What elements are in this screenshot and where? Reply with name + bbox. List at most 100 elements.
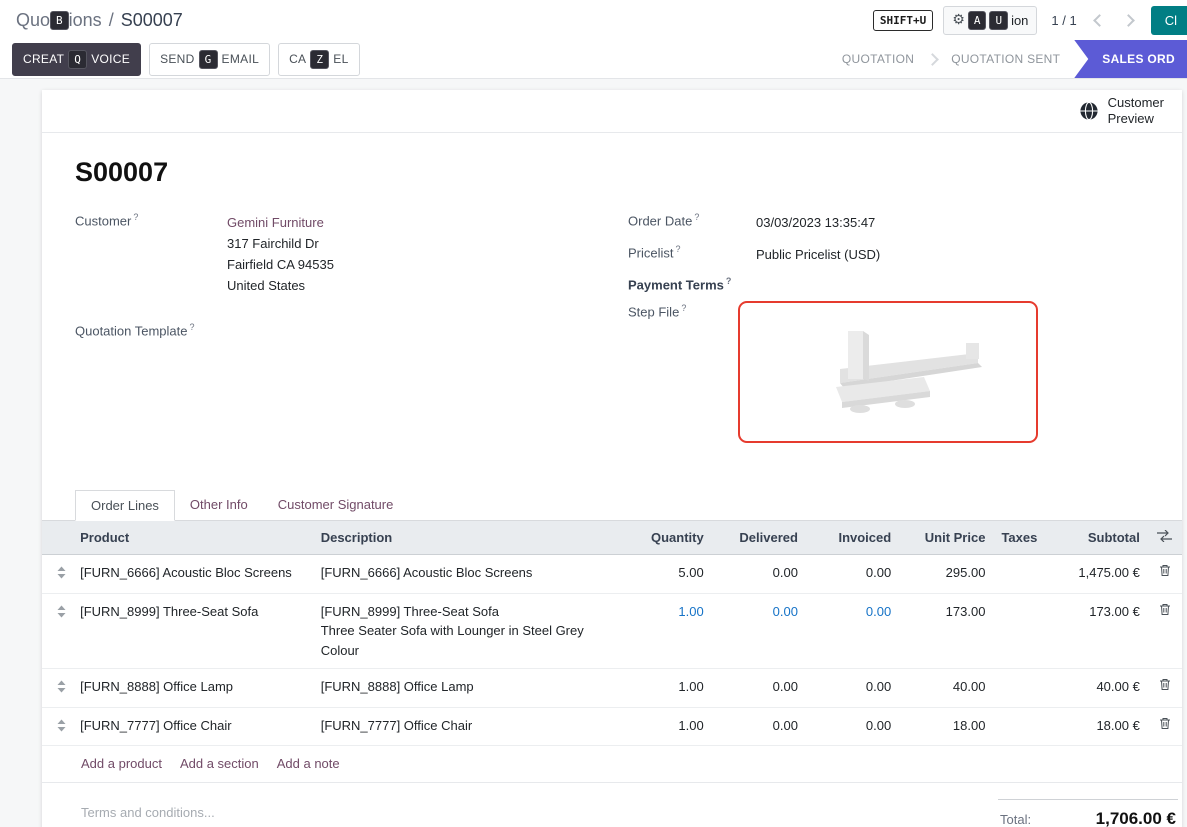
drag-handle[interactable]: [42, 669, 80, 708]
tab-order-lines[interactable]: Order Lines: [75, 490, 175, 521]
stage-quotation[interactable]: QUOTATION: [828, 52, 928, 66]
cell-subtotal: 173.00 €: [1040, 593, 1148, 669]
field-groups: Customer? Gemini Furniture 317 Fairchild…: [75, 212, 1182, 454]
cell-invoiced[interactable]: 0.00: [806, 707, 899, 746]
table-header-row: Product Description Quantity Delivered I…: [42, 521, 1182, 555]
cell-delivered[interactable]: 0.00: [712, 669, 806, 708]
cell-product[interactable]: [FURN_8999] Three-Seat Sofa: [80, 593, 313, 669]
cell-description[interactable]: [FURN_6666] Acoustic Bloc Screens: [313, 555, 626, 594]
cell-quantity[interactable]: 1.00: [626, 707, 712, 746]
delete-line-button[interactable]: [1159, 564, 1171, 580]
cell-quantity[interactable]: 1.00: [626, 593, 712, 669]
cell-invoiced[interactable]: 0.00: [806, 593, 899, 669]
add-a-section-link[interactable]: Add a section: [180, 756, 259, 771]
cell-unit-price[interactable]: 18.00: [899, 707, 993, 746]
stage-quotation-sent[interactable]: QUOTATION SENT: [937, 52, 1074, 66]
shortcut-badge-a: A: [968, 11, 987, 30]
total-summary: Total: 1,706.00 €: [998, 799, 1178, 827]
customer-field-value: Gemini Furniture 317 Fairchild Dr Fairfi…: [227, 212, 334, 296]
tab-customer-signature[interactable]: Customer Signature: [263, 490, 409, 520]
order-line-row: [FURN_6666] Acoustic Bloc Screens [FURN_…: [42, 555, 1182, 594]
notebook-tabs: Order Lines Other Info Customer Signatur…: [42, 490, 1182, 521]
cell-product[interactable]: [FURN_8888] Office Lamp: [80, 669, 313, 708]
globe-icon: [1079, 101, 1099, 121]
cell-quantity[interactable]: 5.00: [626, 555, 712, 594]
breadcrumb-text: Quo: [16, 10, 50, 30]
shortcut-badge-g: G: [199, 50, 218, 69]
field-column-right: Order Date? 03/03/2023 13:35:47 Pricelis…: [628, 212, 1149, 454]
field-pricelist: Pricelist? Public Pricelist (USD): [628, 244, 1149, 265]
add-a-product-link[interactable]: Add a product: [81, 756, 162, 771]
breadcrumb-quotations-link[interactable]: QuoBions: [16, 10, 102, 31]
customer-link[interactable]: Gemini Furniture: [227, 215, 324, 230]
handle-column-header: [42, 521, 80, 555]
customer-field-label: Customer?: [75, 212, 227, 296]
drag-handle[interactable]: [42, 593, 80, 669]
drag-handle-icon: [57, 605, 66, 618]
close-button[interactable]: Cl: [1151, 6, 1187, 35]
add-a-note-link[interactable]: Add a note: [277, 756, 340, 771]
step-file-image[interactable]: [738, 301, 1038, 443]
cell-taxes[interactable]: [993, 669, 1039, 708]
top-navbar: QuoBions / S00007 SHIFT+U ⚙ A U ion 1 / …: [0, 0, 1187, 40]
adjust-columns-icon: [1157, 530, 1172, 542]
cell-taxes[interactable]: [993, 555, 1039, 594]
tab-other-info[interactable]: Other Info: [175, 490, 263, 520]
cell-description[interactable]: [FURN_7777] Office Chair: [313, 707, 626, 746]
cell-delivered[interactable]: 0.00: [712, 593, 806, 669]
trash-icon: [1159, 717, 1171, 730]
shortcut-badge-q: Q: [68, 50, 87, 69]
form-toolbar: CREAT Q VOICE SEND G EMAIL CA Z EL QUOTA…: [0, 40, 1187, 79]
pricelist-field-value[interactable]: Public Pricelist (USD): [756, 244, 880, 265]
field-step-file: Step File?: [628, 303, 1149, 443]
order-line-row: [FURN_8999] Three-Seat Sofa [FURN_8999] …: [42, 593, 1182, 669]
button-text: EMAIL: [222, 52, 260, 66]
customer-preview-label: Customer Preview: [1108, 95, 1164, 128]
drag-handle-icon: [57, 680, 66, 693]
cell-quantity[interactable]: 1.00: [626, 669, 712, 708]
customer-preview-link[interactable]: Customer Preview: [1079, 95, 1164, 128]
stage-sales-order[interactable]: SALES ORD: [1074, 40, 1187, 78]
create-invoice-button[interactable]: CREAT Q VOICE: [12, 43, 141, 76]
send-email-button[interactable]: SEND G EMAIL: [149, 43, 270, 76]
cell-unit-price[interactable]: 173.00: [899, 593, 993, 669]
delete-line-button[interactable]: [1159, 717, 1171, 733]
cell-product[interactable]: [FURN_7777] Office Chair: [80, 707, 313, 746]
drag-handle[interactable]: [42, 555, 80, 594]
cell-unit-price[interactable]: 40.00: [899, 669, 993, 708]
cell-product[interactable]: [FURN_6666] Acoustic Bloc Screens: [80, 555, 313, 594]
customer-address-line: 317 Fairchild Dr: [227, 233, 334, 254]
order-line-row: [FURN_7777] Office Chair [FURN_7777] Off…: [42, 707, 1182, 746]
cell-subtotal: 1,475.00 €: [1040, 555, 1148, 594]
topbar-actions: SHIFT+U ⚙ A U ion 1 / 1 Cl: [873, 6, 1173, 35]
cell-description[interactable]: [FURN_8888] Office Lamp: [313, 669, 626, 708]
customer-address-line: Fairfield CA 94535: [227, 254, 334, 275]
cell-unit-price[interactable]: 295.00: [899, 555, 993, 594]
total-value: 1,706.00 €: [1096, 809, 1176, 827]
terms-and-conditions-input[interactable]: Terms and conditions...: [81, 799, 215, 827]
column-header-delivered: Delivered: [712, 521, 806, 555]
optional-columns-button[interactable]: [1148, 521, 1182, 555]
column-header-product: Product: [80, 521, 313, 555]
breadcrumb-separator: /: [109, 10, 114, 31]
cell-taxes[interactable]: [993, 707, 1039, 746]
pager-previous-button[interactable]: [1087, 9, 1109, 31]
pager-next-button[interactable]: [1119, 9, 1141, 31]
shortcut-badge-b: B: [50, 11, 69, 30]
cell-taxes[interactable]: [993, 593, 1039, 669]
button-text: CREAT: [23, 52, 64, 66]
action-menu-button[interactable]: ⚙ A U ion: [943, 6, 1037, 35]
cancel-button[interactable]: CA Z EL: [278, 43, 360, 76]
column-header-quantity: Quantity: [626, 521, 712, 555]
cell-invoiced[interactable]: 0.00: [806, 669, 899, 708]
cell-delivered[interactable]: 0.00: [712, 707, 806, 746]
field-payment-terms: Payment Terms?: [628, 276, 1149, 292]
drag-handle[interactable]: [42, 707, 80, 746]
cell-description[interactable]: [FURN_8999] Three-Seat Sofa Three Seater…: [313, 593, 626, 669]
order-date-field-value[interactable]: 03/03/2023 13:35:47: [756, 212, 875, 233]
delete-line-button[interactable]: [1159, 603, 1171, 619]
delete-line-button[interactable]: [1159, 678, 1171, 694]
cell-invoiced[interactable]: 0.00: [806, 555, 899, 594]
cell-delivered[interactable]: 0.00: [712, 555, 806, 594]
field-order-date: Order Date? 03/03/2023 13:35:47: [628, 212, 1149, 233]
